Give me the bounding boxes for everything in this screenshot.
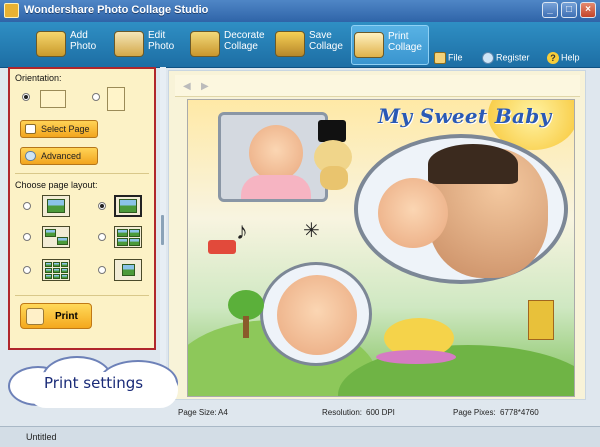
edit-photo-button[interactable]: Edit Photo: [112, 25, 190, 65]
cloud-photo-frame: [354, 134, 568, 284]
print-settings-panel: Orientation: Select Page Advanced Choose…: [8, 67, 156, 350]
select-page-button[interactable]: Select Page: [20, 120, 98, 138]
layout-two-icon[interactable]: [42, 226, 70, 248]
star-decoration: ✳: [303, 220, 320, 242]
help-link[interactable]: ? Help: [547, 52, 580, 64]
bottom-bar: Untitled: [0, 426, 600, 447]
print-icon: [354, 32, 384, 58]
close-button[interactable]: ×: [580, 2, 596, 18]
page-size-label: Page Size:: [178, 408, 217, 417]
file-icon: [434, 52, 446, 64]
print-collage-button[interactable]: Print Collage: [351, 25, 429, 65]
orientation-portrait-radio[interactable]: [92, 93, 100, 101]
printer-icon: [26, 308, 44, 325]
minimize-button[interactable]: _: [542, 2, 558, 18]
document-name: Untitled: [26, 432, 57, 442]
register-icon: [482, 52, 494, 64]
layout-label: Choose page layout:: [15, 180, 98, 190]
print-settings-callout: Print settings: [8, 356, 190, 410]
layout-radio-3[interactable]: [23, 233, 31, 241]
resolution-value: 600 DPI: [366, 408, 395, 417]
decorate-collage-button[interactable]: Decorate Collage: [188, 25, 270, 65]
hill-decoration: [338, 345, 574, 396]
page-icon: [25, 124, 36, 134]
maximize-button[interactable]: □: [561, 2, 577, 18]
layout-single-icon[interactable]: [42, 195, 70, 217]
layout-custom-icon[interactable]: [114, 259, 142, 281]
layout-radio-5[interactable]: [23, 266, 31, 274]
register-link[interactable]: Register: [482, 52, 530, 64]
save-icon: [275, 31, 305, 57]
orientation-label: Orientation:: [15, 73, 62, 83]
add-photo-icon: [36, 31, 66, 57]
back-arrow-icon[interactable]: ◀: [183, 81, 191, 92]
app-icon: [4, 3, 19, 18]
resolution-label: Resolution:: [322, 408, 363, 417]
layout-radio-2[interactable]: [98, 202, 106, 210]
panel-splitter[interactable]: [160, 67, 166, 402]
tree-decoration: [228, 290, 264, 338]
pillow-decoration: [376, 350, 456, 364]
print-preview-area: ◀ ▶ ♪ ✳ My Sweet Baby: [168, 70, 586, 400]
layout-radio-1[interactable]: [23, 202, 31, 210]
layout-radio-6[interactable]: [98, 266, 106, 274]
cloud-photo-frame: [260, 262, 372, 366]
status-bar: Page Size: A4 Resolution: 600 DPI Page P…: [168, 405, 586, 421]
page-pixes-value: 6778*4760: [500, 408, 539, 417]
layout-grid-icon[interactable]: [42, 259, 70, 281]
forward-arrow-icon[interactable]: ▶: [201, 81, 209, 92]
music-note-decoration: ♪: [236, 218, 248, 245]
print-collage-label: Print Collage: [388, 31, 422, 53]
window-title: Wondershare Photo Collage Studio: [24, 4, 209, 16]
layout-four-icon[interactable]: [114, 226, 142, 248]
airplane-sticker: [208, 240, 236, 254]
orientation-landscape-radio[interactable]: [22, 93, 30, 101]
callout-text: Print settings: [44, 374, 144, 392]
add-photo-button[interactable]: Add Photo: [34, 25, 112, 65]
collage-title: My Sweet Baby: [378, 104, 552, 128]
divider: [15, 295, 149, 296]
page-size-value: A4: [218, 408, 228, 417]
divider: [15, 173, 149, 174]
portrait-orientation-icon[interactable]: [107, 87, 125, 111]
cat-sticker: [310, 120, 358, 190]
house-decoration: [528, 300, 554, 340]
title-bar: Wondershare Photo Collage Studio _ □ ×: [0, 0, 600, 22]
preview-nav-bar: ◀ ▶: [175, 75, 580, 97]
save-collage-button[interactable]: Save Collage: [273, 25, 351, 65]
print-button[interactable]: Print: [20, 303, 92, 329]
decorate-icon: [190, 31, 220, 57]
gear-icon: [25, 151, 36, 161]
edit-photo-icon: [114, 31, 144, 57]
layout-framed-icon[interactable]: [114, 195, 142, 217]
collage-preview: ♪ ✳ My Sweet Baby: [187, 99, 575, 397]
layout-radio-4[interactable]: [98, 233, 106, 241]
file-menu-link[interactable]: File: [434, 52, 463, 64]
advanced-button[interactable]: Advanced: [20, 147, 98, 165]
help-icon: ?: [547, 52, 559, 64]
page-pixes-label: Page Pixes:: [453, 408, 496, 417]
landscape-orientation-icon[interactable]: [40, 90, 66, 108]
